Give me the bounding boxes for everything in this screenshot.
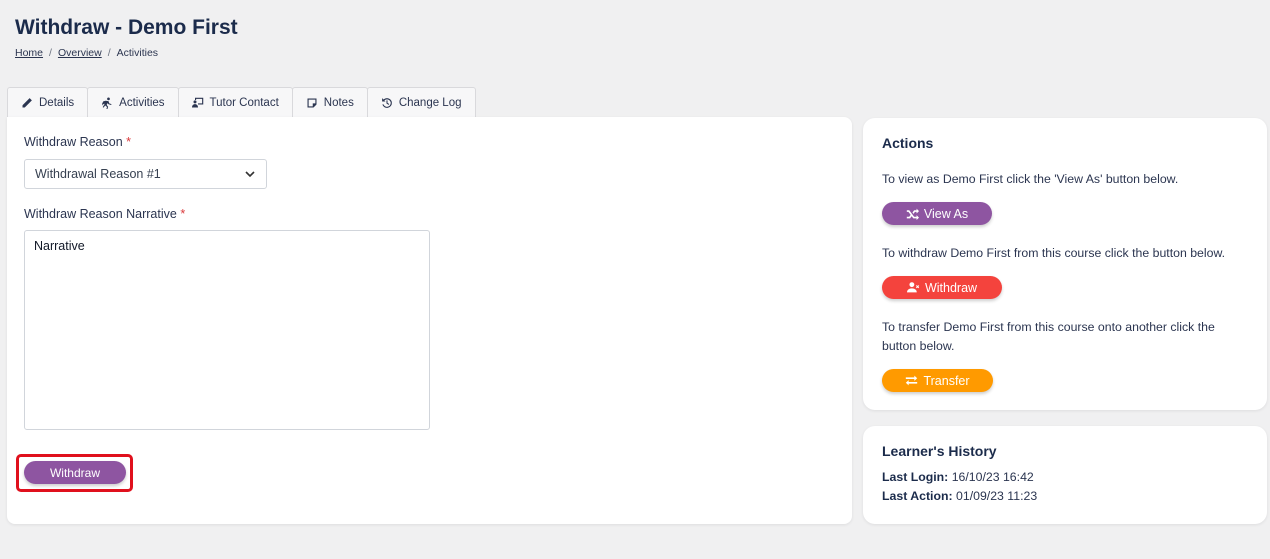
transfer-description: To transfer Demo First from this course … <box>882 320 1215 353</box>
last-login-label: Last Login: <box>882 470 949 484</box>
last-login-value: 16/10/23 16:42 <box>951 470 1034 484</box>
breadcrumb-home-link[interactable]: Home <box>15 47 43 59</box>
tab-label: Change Log <box>398 96 462 109</box>
transfer-button[interactable]: Transfer <box>882 369 993 392</box>
required-marker: * <box>180 207 186 221</box>
tab-label: Tutor Contact <box>209 96 279 109</box>
breadcrumb: Home / Overview / Activities <box>15 47 158 59</box>
withdraw-narrative-label: Withdraw Reason Narrative * <box>24 207 185 221</box>
note-icon <box>307 98 317 107</box>
tab-label: Activities <box>119 96 165 109</box>
view-as-label: View As <box>923 206 969 221</box>
arrows-right-left-icon <box>906 375 918 386</box>
transfer-label: Transfer <box>923 373 970 388</box>
learner-history-card: Learner's History Last Login: 16/10/23 1… <box>863 426 1267 524</box>
actions-title: Actions <box>882 135 934 151</box>
tab-change-log[interactable]: Change Log <box>366 87 476 117</box>
last-login-row: Last Login: 16/10/23 16:42 <box>882 470 1034 484</box>
breadcrumb-overview-link[interactable]: Overview <box>58 47 102 59</box>
running-icon <box>102 97 112 109</box>
tab-activities[interactable]: Activities <box>87 87 179 117</box>
withdraw-reason-selected-value: Withdrawal Reason #1 <box>35 167 161 181</box>
withdraw-form-panel: Withdraw Reason * Withdrawal Reason #1 W… <box>7 117 852 524</box>
actions-card: Actions To view as Demo First click the … <box>863 118 1267 410</box>
tab-tutor-contact[interactable]: Tutor Contact <box>177 87 293 117</box>
page-title: Withdraw - Demo First <box>15 16 238 39</box>
last-action-value: 01/09/23 11:23 <box>956 489 1038 503</box>
withdraw-narrative-textarea[interactable]: Narrative <box>24 230 430 430</box>
withdraw-submit-button[interactable]: Withdraw <box>24 461 126 484</box>
view-as-button[interactable]: View As <box>882 202 992 225</box>
view-as-description: To view as Demo First click the 'View As… <box>882 172 1179 186</box>
withdraw-reason-label-text: Withdraw Reason <box>24 135 123 149</box>
withdraw-description: To withdraw Demo First from this course … <box>882 246 1226 260</box>
withdraw-action-label: Withdraw <box>924 280 978 295</box>
tab-label: Notes <box>323 96 354 109</box>
withdraw-action-button[interactable]: Withdraw <box>882 276 1002 299</box>
tab-label: Details <box>39 96 75 109</box>
pencil-icon <box>22 97 32 107</box>
last-action-row: Last Action: 01/09/23 11:23 <box>882 489 1037 503</box>
shuffle-icon <box>906 208 919 220</box>
user-remove-icon <box>906 282 920 293</box>
breadcrumb-current: Activities <box>116 47 159 59</box>
chevron-down-icon <box>245 171 255 178</box>
withdraw-narrative-label-text: Withdraw Reason Narrative <box>24 207 177 221</box>
tab-details[interactable]: Details <box>7 87 89 117</box>
required-marker: * <box>126 135 132 149</box>
chalkboard-user-icon <box>191 97 203 107</box>
learner-history-title: Learner's History <box>882 443 997 459</box>
breadcrumb-separator: / <box>107 47 111 59</box>
withdraw-reason-select[interactable]: Withdrawal Reason #1 <box>24 159 267 189</box>
last-action-label: Last Action: <box>882 489 953 503</box>
withdraw-reason-label: Withdraw Reason * <box>24 135 131 149</box>
tab-bar: Details Activities Tutor Contact Notes C… <box>7 87 476 117</box>
tab-notes[interactable]: Notes <box>291 87 368 117</box>
breadcrumb-separator: / <box>49 47 52 59</box>
history-icon <box>381 97 392 108</box>
